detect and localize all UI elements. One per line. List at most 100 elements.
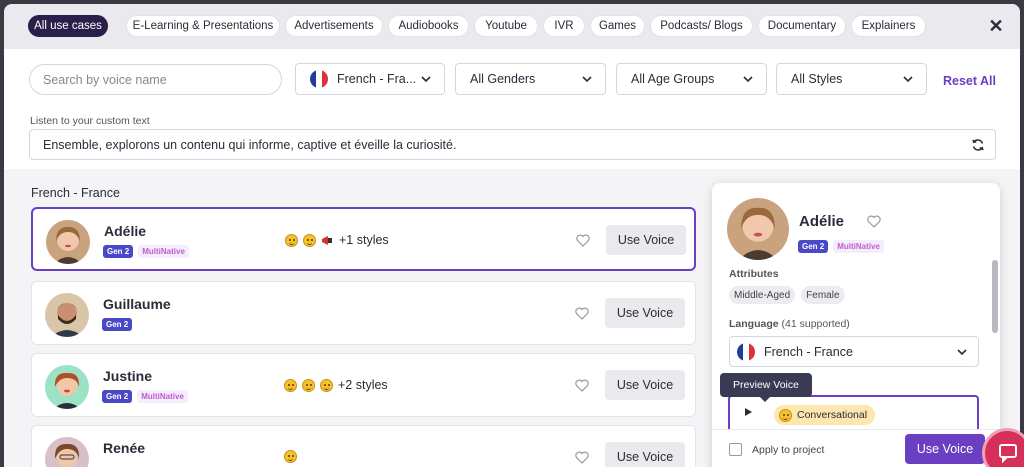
language-count: (41 supported)	[781, 318, 850, 330]
avatar	[45, 365, 89, 409]
emoji-icon	[303, 233, 316, 247]
emoji-icon	[285, 233, 298, 247]
style-select-value: All Styles	[791, 72, 843, 86]
refresh-icon[interactable]	[971, 138, 985, 152]
voice-card-adelie[interactable]: Adélie Gen 2 MultiNative +1 styles Use V…	[31, 207, 696, 271]
language-heading: French - France	[31, 186, 120, 200]
chevron-down-icon	[743, 76, 753, 83]
use-voice-button[interactable]: Use Voice	[605, 298, 685, 328]
language-select-value: French - Fra...	[337, 72, 417, 86]
voice-card-justine[interactable]: Justine Gen 2 MultiNative +2 styles Use …	[31, 353, 696, 417]
use-voice-button[interactable]: Use Voice	[605, 370, 685, 400]
panel-voice-name: Adélie	[799, 213, 845, 230]
gen2-badge: Gen 2	[103, 245, 134, 258]
style-chip-label: Conversational	[797, 409, 868, 421]
age-select-value: All Age Groups	[631, 72, 715, 86]
voice-card-guillaume[interactable]: Guillaume Gen 2 Use Voice	[31, 281, 696, 345]
chevron-down-icon	[903, 76, 913, 83]
styles-more-label: +1 styles	[339, 233, 389, 247]
emoji-icon	[284, 450, 297, 463]
voice-badges: Gen 2	[102, 318, 133, 331]
attributes-label: Attributes	[729, 268, 779, 280]
style-chip-conversational[interactable]: Conversational	[774, 405, 876, 425]
styles-more-label: +2 styles	[338, 378, 388, 392]
emoji-icon	[302, 378, 315, 392]
voice-detail-panel: Adélie Gen 2 MultiNative Attributes Midd…	[712, 183, 1000, 467]
voice-badges: Gen 2 MultiNative	[102, 390, 188, 403]
preview-voice-tooltip: Preview Voice	[720, 373, 812, 402]
panel-badges: Gen 2 MultiNative	[798, 240, 884, 253]
close-icon[interactable]: ✕	[986, 16, 1006, 36]
use-voice-button[interactable]: Use Voice	[605, 442, 685, 467]
emoji-icon	[779, 408, 792, 422]
multinative-badge: MultiNative	[833, 240, 884, 253]
panel-language-value: French - France	[764, 344, 853, 359]
custom-text-value: Ensemble, explorons un contenu qui infor…	[43, 137, 457, 152]
gen2-badge: Gen 2	[102, 318, 133, 331]
voice-name: Adélie	[104, 223, 147, 239]
tab-documentary[interactable]: Documentary	[758, 15, 846, 37]
use-case-tabs: All use cases E-Learning & Presentations…	[4, 4, 1020, 49]
voice-styles: +1 styles	[285, 233, 389, 247]
play-icon[interactable]	[745, 408, 752, 416]
filters-area: Search by voice name French - Fra... All…	[4, 49, 1020, 169]
heart-icon[interactable]	[575, 451, 589, 464]
tab-ivr[interactable]: IVR	[543, 15, 585, 37]
panel-language-select[interactable]: French - France	[729, 336, 979, 367]
language-label-title: Language	[729, 318, 779, 330]
chevron-down-icon	[421, 76, 431, 83]
custom-text-label: Listen to your custom text	[30, 115, 150, 127]
tab-youtube[interactable]: Youtube	[474, 15, 538, 37]
voice-card-renee[interactable]: Renée Use Voice	[31, 425, 696, 467]
tab-explainers[interactable]: Explainers	[851, 15, 926, 37]
avatar	[46, 220, 90, 264]
panel-use-voice-button[interactable]: Use Voice	[905, 434, 985, 464]
age-select[interactable]: All Age Groups	[616, 63, 767, 95]
voice-styles: +2 styles	[284, 378, 388, 392]
style-select[interactable]: All Styles	[776, 63, 927, 95]
tab-all-use-cases[interactable]: All use cases	[28, 15, 108, 37]
avatar	[727, 198, 789, 260]
chevron-down-icon	[957, 349, 967, 356]
search-input[interactable]: Search by voice name	[29, 64, 282, 95]
use-voice-button[interactable]: Use Voice	[606, 225, 686, 255]
gender-select[interactable]: All Genders	[455, 63, 606, 95]
apply-to-project-checkbox[interactable]	[729, 443, 742, 456]
chat-icon	[999, 444, 1017, 464]
voice-name: Justine	[103, 368, 153, 384]
panel-footer: Apply to project Use Voice	[712, 429, 1000, 467]
voice-name: Guillaume	[103, 296, 171, 312]
emoji-icon	[284, 378, 297, 392]
france-flag-icon	[310, 70, 328, 88]
multinative-badge: MultiNative	[137, 390, 188, 403]
avatar	[45, 437, 89, 467]
heart-icon[interactable]	[867, 215, 881, 228]
gender-select-value: All Genders	[470, 72, 536, 86]
tab-audiobooks[interactable]: Audiobooks	[388, 15, 469, 37]
megaphone-icon	[322, 235, 332, 245]
panel-scrollbar[interactable]	[992, 260, 998, 333]
heart-icon[interactable]	[575, 379, 589, 392]
tab-games[interactable]: Games	[590, 15, 645, 37]
attribute-chip: Middle-Aged	[729, 286, 796, 304]
voice-styles	[284, 450, 297, 463]
tab-e-learning[interactable]: E-Learning & Presentations	[126, 15, 280, 37]
france-flag-icon	[737, 342, 755, 361]
avatar	[45, 293, 89, 337]
emoji-icon	[320, 378, 333, 392]
attribute-chip: Female	[801, 286, 845, 304]
attribute-chips: Middle-Aged Female	[729, 286, 845, 304]
voice-picker-modal: All use cases E-Learning & Presentations…	[4, 4, 1020, 467]
language-select[interactable]: French - Fra...	[295, 63, 445, 95]
gen2-badge: Gen 2	[798, 240, 829, 253]
heart-icon[interactable]	[575, 307, 589, 320]
chevron-down-icon	[582, 76, 592, 83]
tab-advertisements[interactable]: Advertisements	[285, 15, 383, 37]
custom-text-input[interactable]: Ensemble, explorons un contenu qui infor…	[29, 129, 996, 160]
heart-icon[interactable]	[576, 234, 590, 247]
voice-badges: Gen 2 MultiNative	[103, 245, 189, 258]
reset-all-button[interactable]: Reset All	[943, 74, 996, 88]
language-label: Language (41 supported)	[729, 318, 850, 330]
tab-podcasts-blogs[interactable]: Podcasts/ Blogs	[650, 15, 753, 37]
apply-to-project-label: Apply to project	[752, 444, 825, 456]
